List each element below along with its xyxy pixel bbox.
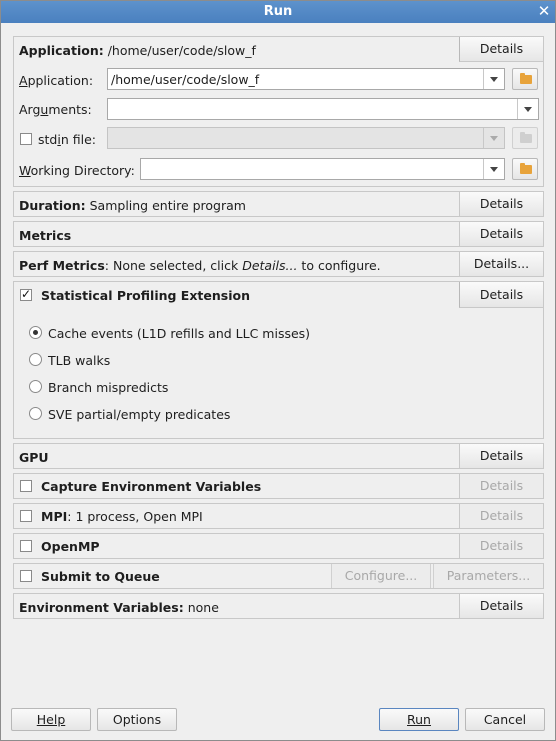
spe-option-label: TLB walks xyxy=(48,353,111,368)
application-header-label: Application: xyxy=(19,43,104,58)
application-header-value: /home/user/code/slow_f xyxy=(107,43,256,58)
folder-icon xyxy=(520,132,532,143)
metrics-label: Metrics xyxy=(19,228,72,243)
duration-value: Sampling entire program xyxy=(89,198,246,213)
application-details-button[interactable]: Details xyxy=(459,37,543,62)
queue-checkbox[interactable] xyxy=(20,570,32,582)
perf-metrics-details-button[interactable]: Details... xyxy=(459,252,543,276)
env-vars-value: none xyxy=(187,600,219,615)
capture-env-details-button: Details xyxy=(459,474,543,498)
mpi-checkbox[interactable] xyxy=(20,510,32,522)
stdin-label: stdin file: xyxy=(38,132,96,147)
queue-panel: Submit to Queue Configure... Parameters.… xyxy=(13,563,544,589)
workdir-browse-button[interactable] xyxy=(512,158,538,180)
openmp-panel: OpenMP Details xyxy=(13,533,544,559)
duration-panel: Duration: Sampling entire program Detail… xyxy=(13,191,544,217)
close-icon[interactable]: ✕ xyxy=(537,2,551,20)
folder-icon xyxy=(520,73,532,84)
stdin-checkbox[interactable] xyxy=(20,133,32,145)
workdir-label: Working Directory: xyxy=(19,163,135,178)
chevron-down-icon xyxy=(483,128,504,148)
mpi-details-button: Details xyxy=(459,504,543,528)
run-dialog: Run ✕ Application: /home/user/code/slow_… xyxy=(0,0,556,741)
options-button[interactable]: Options xyxy=(97,708,177,731)
perf-metrics-panel: Perf Metrics: None selected, click Detai… xyxy=(13,251,544,277)
spe-panel: Statistical Profiling Extension Details … xyxy=(13,281,544,439)
application-combo-value: /home/user/code/slow_f xyxy=(111,72,260,87)
spe-option-label: SVE partial/empty predicates xyxy=(48,407,231,422)
perf-metrics-title: Perf Metrics: None selected, click Detai… xyxy=(19,258,381,273)
capture-env-panel: Capture Environment Variables Details xyxy=(13,473,544,499)
queue-label: Submit to Queue xyxy=(41,569,160,584)
run-button[interactable]: Run xyxy=(379,708,459,731)
spe-option-label: Branch mispredicts xyxy=(48,380,169,395)
duration-title: Duration: Sampling entire program xyxy=(19,198,246,213)
duration-label: Duration: xyxy=(19,198,86,213)
arguments-label: Arguments: xyxy=(19,102,92,117)
spe-option-label: Cache events (L1D refills and LLC misses… xyxy=(48,326,311,341)
queue-parameters-button: Parameters... xyxy=(433,564,543,588)
mpi-title: MPI: 1 process, Open MPI xyxy=(41,509,203,524)
perf-metrics-value-post: to configure. xyxy=(297,258,381,273)
spe-details-button[interactable]: Details xyxy=(459,282,543,308)
chevron-down-icon[interactable] xyxy=(483,159,504,179)
perf-metrics-value-pre: : None selected, click xyxy=(104,258,243,273)
run-button-label: Run xyxy=(407,712,431,727)
spe-checkbox[interactable] xyxy=(20,287,32,301)
env-vars-panel: Environment Variables: none Details xyxy=(13,593,544,619)
openmp-checkbox[interactable] xyxy=(20,540,32,552)
mpi-value: : 1 process, Open MPI xyxy=(67,509,203,524)
metrics-panel: Metrics Details xyxy=(13,221,544,247)
stdin-combo xyxy=(107,127,505,149)
perf-metrics-label: Perf Metrics xyxy=(19,258,105,273)
env-vars-details-button[interactable]: Details xyxy=(459,594,543,618)
openmp-details-button: Details xyxy=(459,534,543,558)
application-combo[interactable]: /home/user/code/slow_f xyxy=(107,68,505,90)
application-label: Application: xyxy=(19,73,94,88)
window-title: Run xyxy=(263,4,293,19)
application-panel: Application: /home/user/code/slow_f Deta… xyxy=(13,36,544,187)
mpi-panel: MPI: 1 process, Open MPI Details xyxy=(13,503,544,529)
gpu-label: GPU xyxy=(19,450,49,465)
spe-label: Statistical Profiling Extension xyxy=(41,288,250,303)
title-bar[interactable]: Run ✕ xyxy=(1,1,555,23)
gpu-details-button[interactable]: Details xyxy=(459,444,543,468)
cancel-button[interactable]: Cancel xyxy=(465,708,545,731)
openmp-label: OpenMP xyxy=(41,539,100,554)
capture-env-checkbox[interactable] xyxy=(20,480,32,492)
spe-option-radio[interactable] xyxy=(29,353,42,366)
folder-icon xyxy=(520,163,532,174)
application-browse-button[interactable] xyxy=(512,68,538,90)
spe-option-radio[interactable] xyxy=(29,326,42,339)
help-button[interactable]: Help xyxy=(11,708,91,731)
env-vars-title: Environment Variables: none xyxy=(19,600,219,615)
help-button-label: Help xyxy=(36,712,66,727)
stdin-browse-button xyxy=(512,127,538,149)
perf-metrics-value-italic: Details... xyxy=(242,258,298,273)
mpi-label: MPI xyxy=(41,509,68,524)
chevron-down-icon[interactable] xyxy=(517,99,538,119)
chevron-down-icon[interactable] xyxy=(483,69,504,89)
capture-env-label: Capture Environment Variables xyxy=(41,479,262,494)
application-header: Application: /home/user/code/slow_f xyxy=(19,43,256,58)
duration-details-button[interactable]: Details xyxy=(459,192,543,216)
arguments-combo[interactable] xyxy=(107,98,539,120)
spe-option-radio[interactable] xyxy=(29,407,42,420)
workdir-combo[interactable] xyxy=(140,158,505,180)
gpu-panel: GPU Details xyxy=(13,443,544,469)
queue-configure-button: Configure... xyxy=(331,564,431,588)
metrics-details-button[interactable]: Details xyxy=(459,222,543,246)
env-vars-label: Environment Variables: xyxy=(19,600,184,615)
spe-option-radio[interactable] xyxy=(29,380,42,393)
